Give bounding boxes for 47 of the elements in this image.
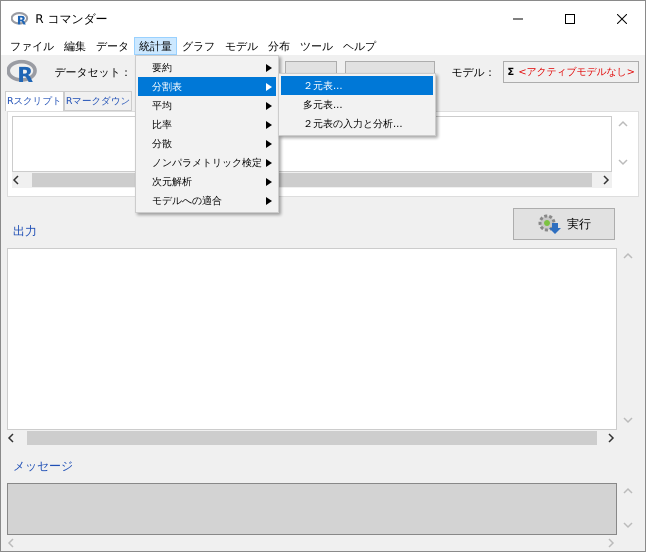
menu-item[interactable]: ノンパラメトリック検定 bbox=[138, 153, 276, 172]
menu-item[interactable]: グラフ bbox=[177, 37, 220, 55]
submenu-arrow-icon bbox=[266, 120, 272, 128]
tab[interactable]: Rマークダウン bbox=[64, 91, 132, 111]
menu-item[interactable]: 平均 bbox=[138, 96, 276, 115]
logo-icon: R bbox=[7, 59, 39, 85]
messages-label: メッセージ bbox=[12, 458, 74, 475]
submenu-arrow-icon bbox=[266, 64, 272, 72]
output-label: 出力 bbox=[13, 223, 37, 240]
menu-item[interactable]: モデルへの適合 bbox=[138, 191, 276, 210]
submenu-arrow-icon bbox=[266, 140, 272, 148]
menu-item[interactable]: モデル bbox=[220, 37, 263, 55]
scroll-down-icon[interactable] bbox=[623, 416, 633, 426]
tab[interactable]: Rスクリプト bbox=[5, 91, 64, 111]
menu-item[interactable]: 多元表... bbox=[281, 95, 433, 114]
menu-item[interactable]: データ bbox=[91, 37, 134, 55]
submenu-arrow-icon bbox=[266, 196, 272, 204]
scroll-right-icon[interactable] bbox=[602, 175, 612, 185]
submenu-arrow-icon bbox=[266, 158, 272, 166]
menu-item[interactable]: 次元解析 bbox=[138, 172, 276, 191]
gear-icon bbox=[537, 213, 561, 235]
menu-item[interactable]: 分散 bbox=[138, 134, 276, 153]
menu-item[interactable]: ２元表... bbox=[281, 76, 433, 95]
menu-item[interactable]: 分割表 bbox=[138, 77, 276, 96]
execute-button[interactable]: 実行 bbox=[513, 208, 615, 240]
model-label: モデル： bbox=[451, 64, 496, 80]
model-button[interactable]: Σ <アクティブモデルなし> bbox=[503, 61, 639, 83]
submenu-arrow-icon bbox=[266, 178, 272, 186]
dataset-label: データセット： bbox=[54, 64, 132, 80]
menu-item[interactable]: 比率 bbox=[138, 115, 276, 134]
menu-item[interactable]: 編集 bbox=[59, 37, 91, 55]
menu-item[interactable]: ヘルプ bbox=[338, 37, 381, 55]
maximize-icon[interactable] bbox=[565, 14, 575, 24]
menu-item[interactable]: ツール bbox=[295, 37, 338, 55]
menu-item[interactable]: 要約 bbox=[138, 58, 276, 77]
scroll-down-icon[interactable] bbox=[618, 158, 628, 168]
scroll-right-icon[interactable] bbox=[607, 433, 617, 443]
window-title: R コマンダー bbox=[35, 10, 108, 28]
submenu-arrow-icon bbox=[266, 102, 272, 110]
menu-item[interactable]: ファイル bbox=[5, 37, 59, 55]
menu-item[interactable]: 統計量 bbox=[134, 37, 177, 55]
menu-item[interactable]: ２元表の入力と分析... bbox=[281, 114, 433, 133]
menu-item[interactable]: 分布 bbox=[263, 37, 295, 55]
app-icon: R bbox=[11, 12, 30, 26]
close-icon[interactable] bbox=[617, 14, 627, 24]
scroll-down-icon[interactable] bbox=[623, 521, 633, 531]
submenu-arrow-icon bbox=[266, 82, 272, 90]
